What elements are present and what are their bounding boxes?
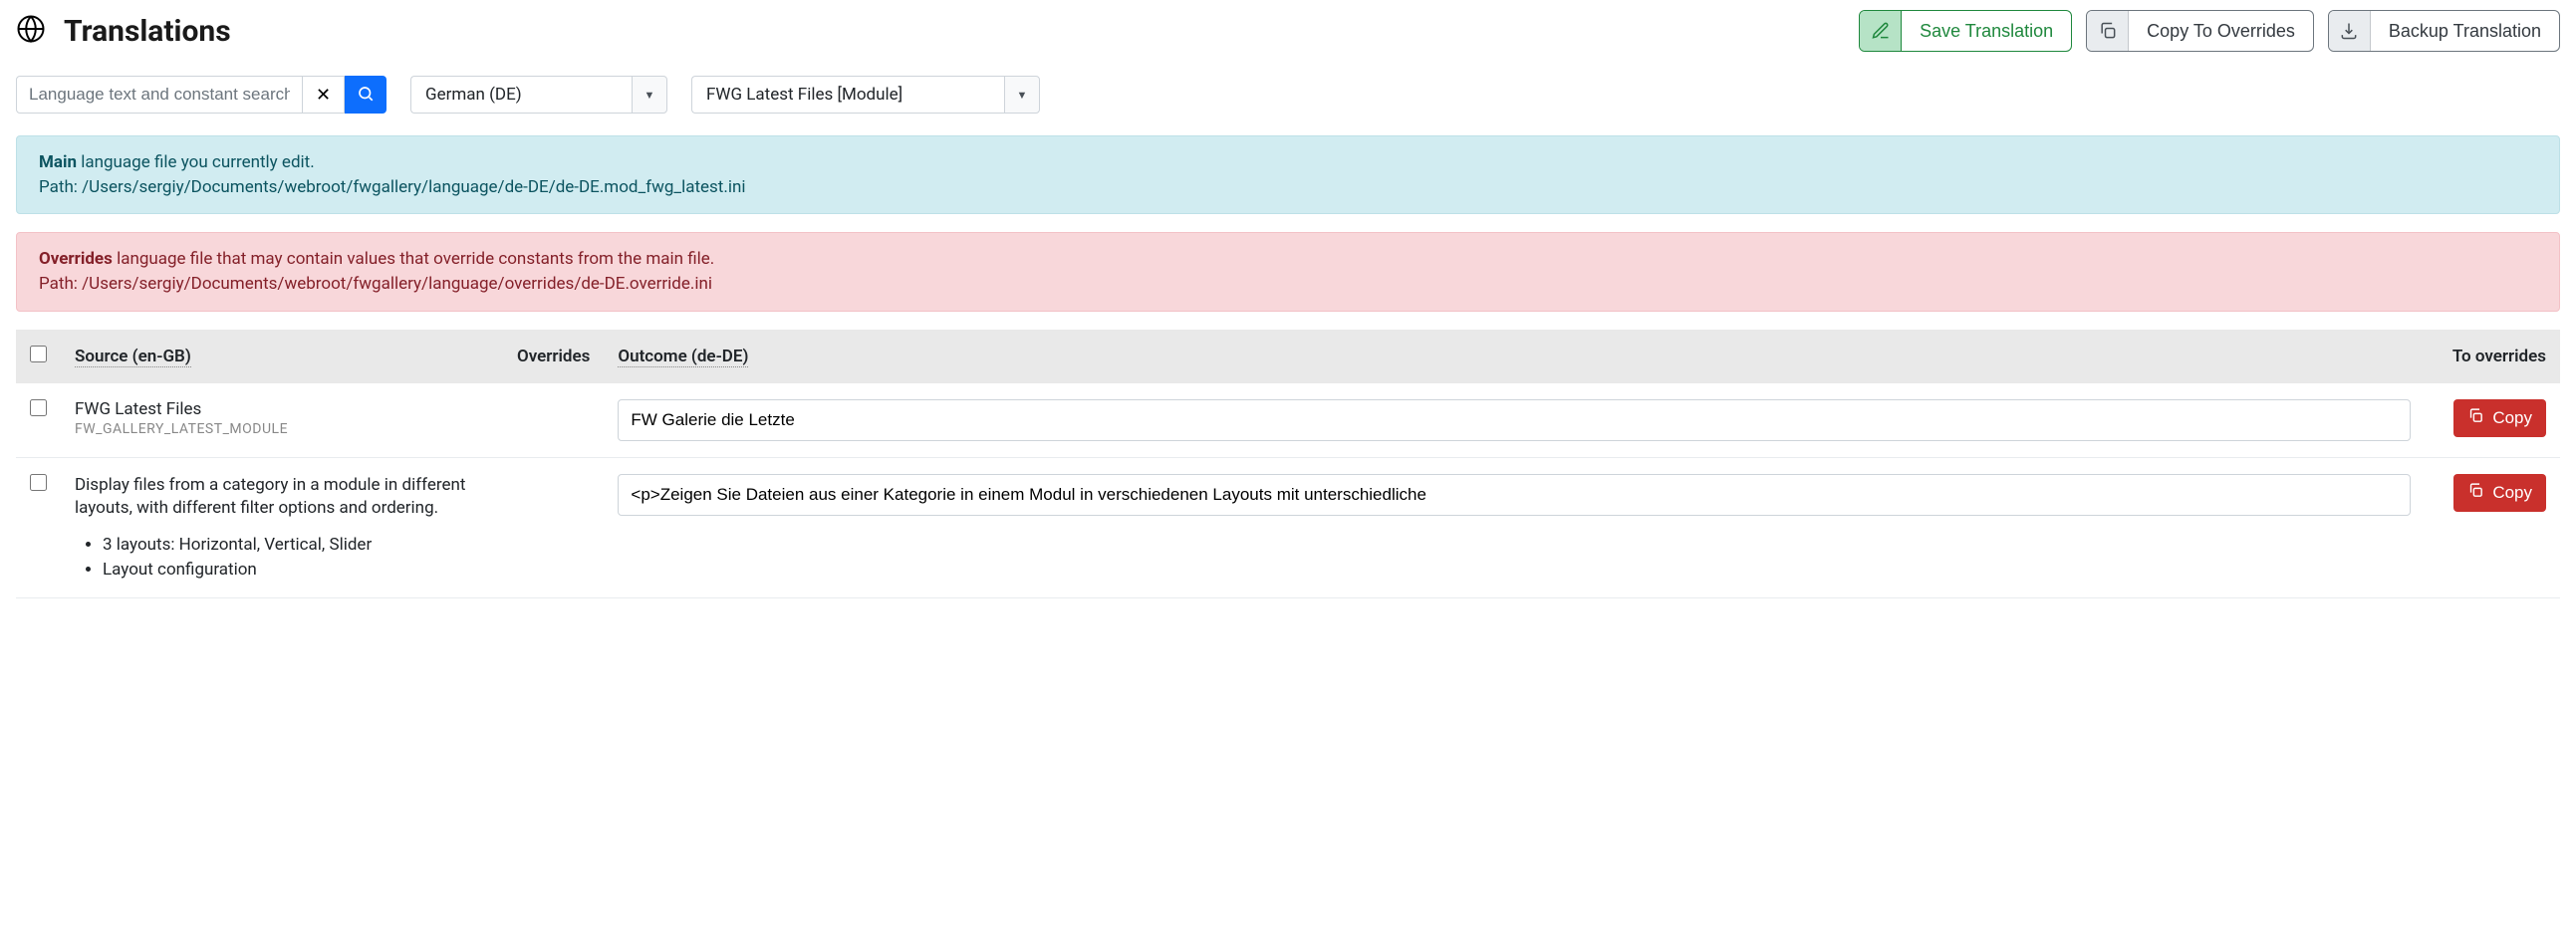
row-checkbox[interactable] <box>30 474 47 491</box>
close-icon: ✕ <box>316 85 331 106</box>
title-group: Translations <box>16 14 231 49</box>
search-icon <box>357 85 375 106</box>
translations-table: Source (en-GB) Overrides Outcome (de-DE)… <box>16 330 2560 599</box>
select-all-checkbox[interactable] <box>30 346 47 362</box>
table-row: FWG Latest Files FW_GALLERY_LATEST_MODUL… <box>16 383 2560 458</box>
col-outcome[interactable]: Outcome (de-DE) <box>604 330 2425 383</box>
table-row: Display files from a category in a modul… <box>16 457 2560 598</box>
search-input[interactable] <box>16 76 303 114</box>
copy-icon <box>2087 11 2129 51</box>
source-bullets: 3 layouts: Horizontal, Vertical, Slider … <box>103 533 489 582</box>
backup-translation-button[interactable]: Backup Translation <box>2328 10 2560 52</box>
main-path-label: Path: <box>39 177 78 197</box>
copy-to-overrides-label: Copy To Overrides <box>2129 11 2313 51</box>
chevron-down-icon: ▼ <box>1004 76 1040 114</box>
over-text: language file that may contain values th… <box>117 249 714 269</box>
download-icon <box>2329 11 2371 51</box>
backup-translation-label: Backup Translation <box>2371 11 2559 51</box>
globe-icon <box>16 14 46 48</box>
table-header-row: Source (en-GB) Overrides Outcome (de-DE)… <box>16 330 2560 383</box>
overrides-file-alert: Overrides language file that may contain… <box>16 232 2560 311</box>
copy-row-button[interactable]: Copy <box>2453 474 2546 512</box>
language-select-value: German (DE) <box>410 76 632 114</box>
source-constant: FW_GALLERY_LATEST_MODULE <box>75 421 489 437</box>
copy-row-label: Copy <box>2492 408 2532 428</box>
edit-icon <box>1860 11 1902 51</box>
main-text: language file you currently edit. <box>81 152 314 172</box>
copy-icon <box>2467 482 2484 504</box>
search-button[interactable] <box>345 76 386 114</box>
col-overrides: Overrides <box>503 330 604 383</box>
over-strong: Overrides <box>39 249 113 269</box>
list-item: Layout configuration <box>103 558 489 583</box>
copy-to-overrides-button[interactable]: Copy To Overrides <box>2086 10 2314 52</box>
save-translation-label: Save Translation <box>1902 11 2071 51</box>
extension-select[interactable]: FWG Latest Files [Module] ▼ <box>691 76 1040 114</box>
search-group: ✕ <box>16 76 386 114</box>
outcome-input[interactable] <box>618 474 2411 516</box>
over-path: /Users/sergiy/Documents/webroot/fwgaller… <box>82 274 712 294</box>
list-item: 3 layouts: Horizontal, Vertical, Slider <box>103 533 489 558</box>
outcome-input[interactable] <box>618 399 2411 441</box>
main-path: /Users/sergiy/Documents/webroot/fwgaller… <box>82 177 745 197</box>
filter-bar: ✕ German (DE) ▼ FWG Latest Files [Module… <box>16 76 2560 114</box>
source-desc: Display files from a category in a modul… <box>75 474 489 522</box>
clear-search-button[interactable]: ✕ <box>303 76 345 114</box>
col-to-overrides: To overrides <box>2425 330 2560 383</box>
chevron-down-icon: ▼ <box>632 76 667 114</box>
source-title: FWG Latest Files <box>75 399 489 419</box>
page-header: Translations Save Translation Copy To Ov… <box>16 10 2560 52</box>
copy-icon <box>2467 407 2484 429</box>
row-checkbox[interactable] <box>30 399 47 416</box>
col-source[interactable]: Source (en-GB) <box>61 330 503 383</box>
action-buttons: Save Translation Copy To Overrides Backu… <box>1859 10 2560 52</box>
page-title: Translations <box>64 14 231 49</box>
main-file-alert: Main language file you currently edit. P… <box>16 135 2560 214</box>
over-path-label: Path: <box>39 274 78 294</box>
main-strong: Main <box>39 152 77 172</box>
save-translation-button[interactable]: Save Translation <box>1859 10 2072 52</box>
copy-row-label: Copy <box>2492 483 2532 503</box>
extension-select-value: FWG Latest Files [Module] <box>691 76 1004 114</box>
language-select[interactable]: German (DE) ▼ <box>410 76 667 114</box>
copy-row-button[interactable]: Copy <box>2453 399 2546 437</box>
